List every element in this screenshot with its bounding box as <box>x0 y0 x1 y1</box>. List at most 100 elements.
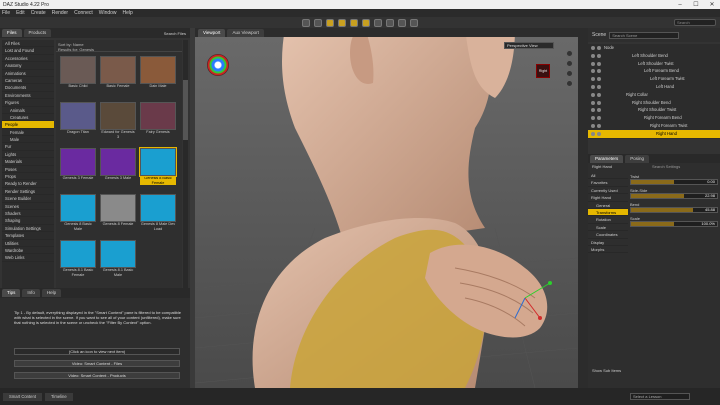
content-tile[interactable]: Edward for Genesis 3 <box>100 102 136 139</box>
category-item[interactable]: Wardrobe <box>2 247 54 255</box>
category-item[interactable]: Ready to Render <box>2 180 54 188</box>
scale-tool-icon[interactable] <box>362 18 370 27</box>
menu-edit[interactable]: Edit <box>16 10 25 16</box>
scene-node-row[interactable]: Node <box>588 44 720 52</box>
category-item[interactable]: Environments <box>2 92 54 100</box>
lock-icon[interactable] <box>597 123 601 128</box>
slider-track[interactable]: 22.98 <box>630 193 718 199</box>
content-tile[interactable]: Genesis 8 Basic Female <box>139 147 177 185</box>
visibility-eye-icon[interactable] <box>591 77 595 82</box>
tab-tips[interactable]: Tips <box>2 289 21 297</box>
rotate-tool-icon[interactable] <box>338 18 346 27</box>
slider-track[interactable]: 0.00 <box>630 179 718 185</box>
slider-value[interactable]: 45.88 <box>705 208 715 212</box>
content-tile[interactable]: Dragon Titan <box>60 102 96 135</box>
visibility-eye-icon[interactable] <box>591 53 595 58</box>
menu-connect[interactable]: Connect <box>74 10 93 16</box>
scene-search-input[interactable]: Search Scene <box>609 31 680 39</box>
category-item[interactable]: Lost and Found <box>2 47 54 55</box>
category-item[interactable]: Props <box>2 173 54 181</box>
parameter-category-item[interactable]: Favorites <box>588 179 628 187</box>
frame-icon[interactable] <box>566 80 573 87</box>
visibility-eye-icon[interactable] <box>591 123 595 128</box>
lock-icon[interactable] <box>597 53 601 58</box>
content-tile[interactable]: Basic Female <box>100 56 136 89</box>
tab-info[interactable]: Info <box>22 289 40 297</box>
slider-value[interactable]: 22.98 <box>705 194 715 198</box>
tab-products[interactable]: Products <box>23 29 52 37</box>
content-tile[interactable]: Genesis 8 Female <box>100 194 136 227</box>
category-item[interactable]: Documents <box>2 84 54 92</box>
visibility-eye-icon[interactable] <box>591 116 595 121</box>
scene-node-row[interactable]: Right Shoulder Bend <box>588 99 720 107</box>
lock-icon[interactable] <box>597 46 601 50</box>
lock-icon[interactable] <box>597 84 601 89</box>
viewport[interactable]: Viewport Aux Viewport Perspective View R… <box>195 28 578 388</box>
scene-node-row[interactable]: Left Shoulder Twist <box>588 60 720 68</box>
pan-icon[interactable] <box>566 60 573 67</box>
lock-icon[interactable] <box>597 61 601 66</box>
render-settings-icon[interactable] <box>398 18 406 27</box>
lock-icon[interactable] <box>597 77 601 82</box>
category-item[interactable]: Animals <box>2 107 54 114</box>
toolbar-search[interactable]: Search <box>674 19 716 26</box>
joint-editor-icon[interactable] <box>386 18 394 27</box>
category-item[interactable]: Web Links <box>2 254 54 262</box>
tab-parameters[interactable]: Parameters <box>590 154 624 163</box>
visibility-eye-icon[interactable] <box>591 46 595 50</box>
parameter-slider[interactable]: Bend 45.88 <box>630 202 718 213</box>
parameter-category-item[interactable]: Display <box>588 239 628 246</box>
category-item[interactable]: Utilities <box>2 240 54 247</box>
menu-file[interactable]: File <box>2 10 10 16</box>
category-item[interactable]: Scene Builder <box>2 195 54 203</box>
tab-help[interactable]: Help <box>41 289 62 297</box>
category-item[interactable]: Render Settings <box>2 188 54 196</box>
parameter-category-item[interactable]: Morphs <box>588 246 628 254</box>
content-tile[interactable]: Genesis 8.1 Basic Male <box>100 240 136 277</box>
lock-icon[interactable] <box>597 100 601 105</box>
visibility-eye-icon[interactable] <box>591 131 595 136</box>
scene-render[interactable] <box>195 28 578 388</box>
category-item[interactable]: Anatomy <box>2 62 54 70</box>
scroll-thumb[interactable] <box>183 80 188 140</box>
camera-select[interactable]: Perspective View <box>504 42 554 49</box>
render-icon[interactable] <box>410 18 418 27</box>
scene-node-row[interactable]: Right Shoulder Twist <box>588 106 720 114</box>
category-item[interactable]: Creatures <box>2 114 54 122</box>
settings-search-input[interactable]: Search Settings <box>652 164 680 169</box>
visibility-eye-icon[interactable] <box>591 69 595 74</box>
node-selector[interactable]: Right Hand <box>592 164 612 169</box>
category-item[interactable]: Female <box>2 129 54 137</box>
visibility-eye-icon[interactable] <box>591 61 595 66</box>
parameter-category-item[interactable]: Right Hand <box>588 194 628 202</box>
slider-value[interactable]: 0.00 <box>707 180 715 184</box>
category-item[interactable]: Male <box>2 136 54 144</box>
visibility-eye-icon[interactable] <box>591 92 595 97</box>
scene-node-row[interactable]: Left Hand <box>588 83 720 91</box>
parameter-slider[interactable]: Side-Side 22.98 <box>630 188 718 199</box>
parameter-category-item[interactable]: Rotation <box>588 216 628 224</box>
content-tile[interactable]: Dain Male <box>140 56 176 89</box>
tab-viewport[interactable]: Viewport <box>198 28 226 37</box>
visibility-eye-icon[interactable] <box>591 100 595 105</box>
lesson-select[interactable]: Select a Lesson <box>630 393 690 400</box>
category-item[interactable]: Figures <box>2 99 54 107</box>
content-tile[interactable]: Genesis 8 Male Dev Load <box>140 194 176 231</box>
category-item[interactable]: Shaping <box>2 217 54 225</box>
parameter-slider[interactable]: Twist 0.00 <box>630 174 718 185</box>
category-item[interactable]: Materials <box>2 158 54 166</box>
slider-track[interactable]: 45.88 <box>630 207 718 213</box>
content-tile[interactable]: Genesis 3 Male <box>100 148 136 181</box>
category-item[interactable]: Fur <box>2 143 54 151</box>
show-sub-items-checkbox[interactable]: Show Sub Items <box>592 368 621 373</box>
scene-node-row[interactable]: Right Hand <box>588 129 720 138</box>
lock-icon[interactable] <box>597 69 601 74</box>
scene-node-row[interactable]: Left Forearm Twist <box>588 75 720 83</box>
select-tool-icon[interactable] <box>302 18 310 27</box>
parameter-category-item[interactable]: Transforms <box>588 208 628 217</box>
category-item[interactable]: Cameras <box>2 77 54 85</box>
universal-tool-icon[interactable] <box>326 18 334 27</box>
orientation-gizmo-icon[interactable] <box>207 54 229 76</box>
slider-track[interactable]: 100.0% <box>630 221 718 227</box>
tab-scene[interactable]: Scene <box>592 32 606 38</box>
